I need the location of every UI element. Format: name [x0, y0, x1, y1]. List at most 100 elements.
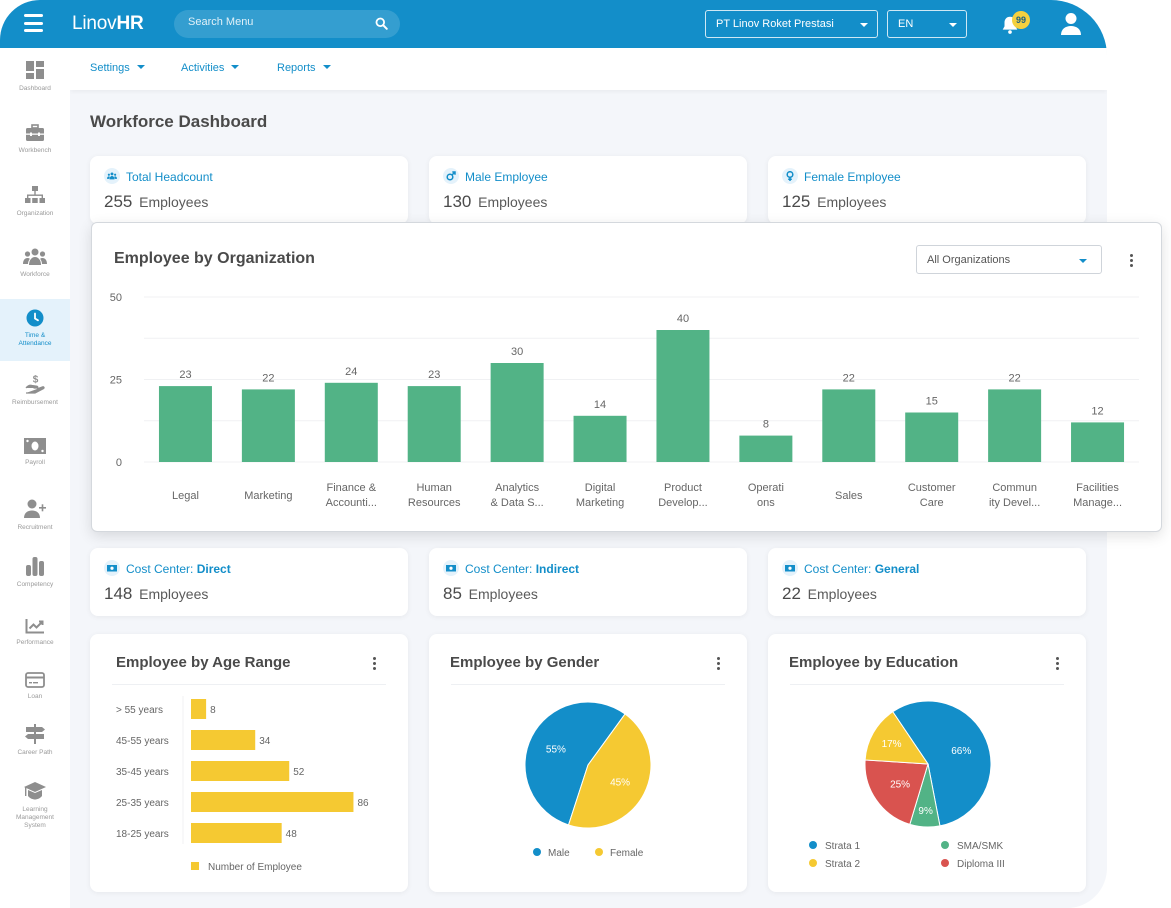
- nav-reports[interactable]: Reports: [277, 62, 331, 74]
- more-options-icon[interactable]: [1056, 657, 1060, 672]
- users-icon: [107, 172, 117, 180]
- sidebar-label: Time & Attendance: [18, 332, 52, 347]
- legend-label: Number of Employee: [208, 862, 302, 873]
- graduation-cap-icon: [24, 782, 46, 800]
- x-tick-label: Develop...: [658, 497, 708, 509]
- y-tick-label: > 55 years: [116, 705, 163, 716]
- y-tick-label: 0: [116, 457, 122, 469]
- bar-value-label: 23: [428, 369, 440, 381]
- search-icon[interactable]: [375, 17, 388, 30]
- nav-settings[interactable]: Settings: [90, 62, 145, 74]
- y-tick-label: 25-35 years: [116, 798, 169, 809]
- stat-label: Male Employee: [465, 170, 548, 184]
- language-select[interactable]: EN: [887, 10, 967, 38]
- caret-down-icon: [231, 65, 240, 69]
- legend-label: Female: [610, 848, 644, 859]
- stat-value: 148: [104, 584, 133, 603]
- cost-center-prefix: Cost Center:: [804, 562, 875, 576]
- sidebar-item-reimbursement[interactable]: $ Reimbursement: [0, 374, 70, 407]
- sidebar-label: Reimbursement: [12, 399, 58, 406]
- legend-label: Diploma III: [957, 859, 1005, 870]
- legend-swatch: [809, 841, 817, 849]
- bar: [905, 412, 959, 462]
- stat-unit: Employees: [468, 586, 538, 602]
- x-tick-label: Operati: [748, 482, 784, 494]
- legend-label: SMA/SMK: [957, 841, 1003, 852]
- stat-card-male-employee: Male Employee 130 Employees: [429, 156, 747, 224]
- organization-filter-select[interactable]: All Organizations: [916, 245, 1102, 274]
- sidebar-item-loan[interactable]: Loan: [0, 672, 70, 701]
- org-chart-icon: [25, 186, 45, 203]
- money-bill-icon: [107, 565, 117, 572]
- more-options-icon[interactable]: [717, 657, 721, 672]
- menu-toggle-icon[interactable]: [24, 14, 43, 32]
- sidebar-label: Learning Management System: [16, 806, 54, 829]
- y-tick-label: 25: [110, 375, 122, 387]
- card-title: Employee by Education: [789, 654, 959, 671]
- users-icon: [23, 248, 47, 265]
- bar-value-label: 52: [293, 767, 305, 778]
- search-input[interactable]: [188, 16, 368, 28]
- nav-activities[interactable]: Activities: [181, 62, 240, 74]
- sidebar: Dashboard Workbench Organization Workfor…: [0, 48, 70, 908]
- education-card: Employee by Education 66% 9% 25% 17% Strata …: [768, 634, 1086, 892]
- sidebar-item-competency[interactable]: Competency: [0, 556, 70, 589]
- sidebar-item-career-path[interactable]: Career Path: [0, 724, 70, 757]
- bar-value-label: 8: [763, 419, 769, 431]
- divider: [112, 684, 386, 685]
- search-menu[interactable]: [174, 10, 400, 38]
- sidebar-item-workforce[interactable]: Workforce: [0, 248, 70, 279]
- sidebar-label: Loan: [27, 693, 43, 700]
- dashboard-icon: [26, 61, 44, 79]
- pie-value-label: 25%: [890, 779, 910, 790]
- stat-card-total-headcount: Total Headcount 255 Employees: [90, 156, 408, 224]
- x-tick-label: Marketing: [576, 497, 624, 509]
- more-options-icon[interactable]: [1130, 254, 1134, 269]
- stat-unit: Employees: [478, 194, 548, 210]
- stat-value: 255: [104, 192, 133, 211]
- education-pie-chart: 66% 9% 25% 17% Strata 1 SMA/SMK Strata 2 Diplom…: [809, 700, 1005, 870]
- sidebar-label: Workforce: [20, 271, 50, 278]
- language-select-value: EN: [898, 18, 914, 30]
- x-tick-label: Analytics: [495, 482, 540, 494]
- bar-value-label: 12: [1091, 405, 1103, 417]
- x-tick-label: Human: [416, 482, 451, 494]
- sidebar-item-lms[interactable]: Learning Management System: [0, 781, 70, 830]
- bar-value-label: 8: [210, 705, 216, 716]
- bar: [191, 699, 207, 719]
- card-title: Employee by Age Range: [116, 654, 291, 671]
- bar: [191, 823, 282, 843]
- sidebar-label: Competency: [16, 581, 54, 588]
- pie-value-label: 9%: [918, 806, 933, 817]
- divider: [790, 684, 1064, 685]
- cost-center-card-general: Cost Center: General 22 Employees: [768, 548, 1086, 616]
- more-options-icon[interactable]: [373, 657, 377, 672]
- cost-center-name: General: [874, 562, 920, 576]
- stat-value: 130: [443, 192, 472, 211]
- sidebar-item-organization[interactable]: Organization: [0, 185, 70, 218]
- company-select[interactable]: PT Linov Roket Prestasi: [705, 10, 878, 38]
- gender-pie-chart: 55% 45% Male Female: [524, 701, 652, 859]
- user-avatar-icon[interactable]: [1060, 12, 1082, 36]
- cost-center-prefix: Cost Center:: [465, 562, 536, 576]
- money-bill-icon: [24, 438, 46, 454]
- hand-dollar-icon: $: [25, 375, 45, 394]
- bar: [191, 792, 354, 812]
- female-icon: [786, 171, 794, 181]
- sidebar-item-workbench[interactable]: Workbench: [0, 124, 70, 155]
- sub-navigation: Settings Activities Reports: [70, 48, 1107, 90]
- sidebar-item-time-attendance[interactable]: Time & Attendance: [0, 299, 70, 361]
- legend-swatch: [941, 859, 949, 867]
- sidebar-item-performance[interactable]: Performance: [0, 618, 70, 647]
- sidebar-item-dashboard[interactable]: Dashboard: [0, 60, 70, 93]
- bar: [324, 382, 378, 462]
- bar-value-label: 22: [262, 372, 274, 384]
- organization-filter-value: All Organizations: [927, 254, 1011, 266]
- sidebar-item-recruitment[interactable]: Recruitment: [0, 499, 70, 532]
- x-tick-label: Digital: [585, 482, 616, 494]
- card-title: Employee by Organization: [114, 250, 315, 267]
- top-header: LinovHR PT Linov Roket Prestasi EN 99: [0, 0, 1107, 48]
- sidebar-item-payroll[interactable]: Payroll: [0, 438, 70, 467]
- x-tick-label: Finance &: [327, 482, 377, 494]
- card-title: Employee by Gender: [450, 654, 600, 671]
